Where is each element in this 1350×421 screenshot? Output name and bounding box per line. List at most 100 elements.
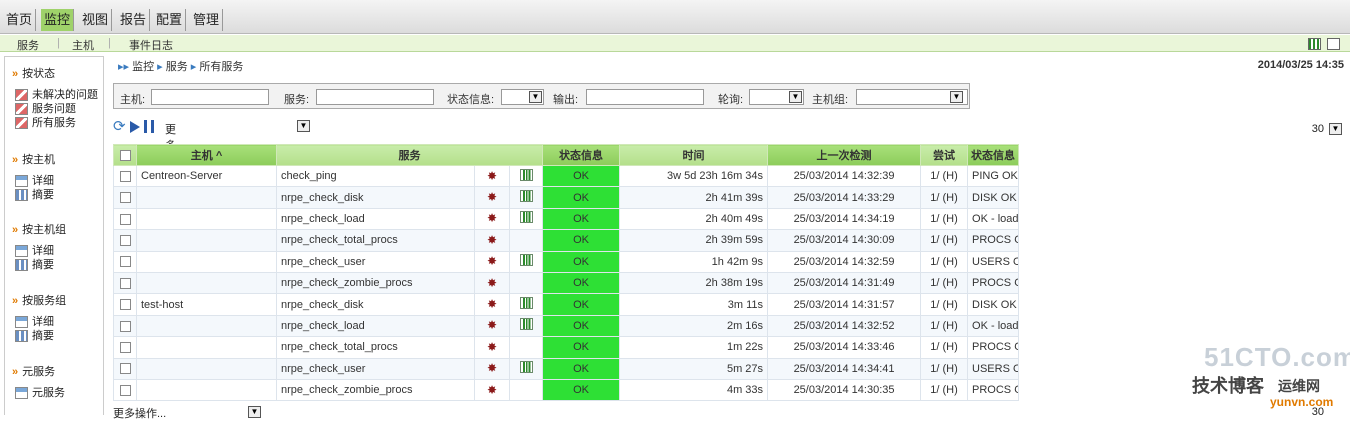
sidebar-item-0-2[interactable]: 所有服务 [15,116,76,130]
bug-icon[interactable]: ✸ [487,341,497,353]
sidebar-item-4-0[interactable]: 元服务 [15,386,65,400]
host-cell[interactable] [136,271,277,295]
header-duration[interactable]: 时间 [619,144,769,166]
poller-dropdown-arrow-icon[interactable]: ▼ [789,91,802,103]
nav-tab-4[interactable]: 配置 [153,9,187,31]
bug-icon[interactable]: ✸ [487,212,497,224]
refresh-icon[interactable]: ⟳ [113,119,126,134]
options-icon[interactable] [1327,38,1340,50]
breadcrumb-item[interactable]: 服务 [166,61,188,73]
service-cell[interactable]: nrpe_check_load [276,314,475,338]
row-checkbox[interactable] [119,170,131,182]
service-cell[interactable]: nrpe_check_zombie_procs [276,378,475,402]
nav-tab-0[interactable]: 首页 [3,9,37,31]
graph-icon[interactable] [519,211,533,224]
sidebar-item-2-1[interactable]: 摘要 [15,258,54,272]
row-checkbox[interactable] [119,299,131,311]
sidebar-item-3-1[interactable]: 摘要 [15,329,54,343]
graph-icon[interactable] [519,318,533,331]
row-checkbox[interactable] [119,341,131,353]
service-cell[interactable]: nrpe_check_disk [276,293,475,316]
graph-icon[interactable] [519,190,533,203]
subnav-item-1[interactable]: 主机 [72,37,94,53]
host-cell[interactable] [136,207,277,231]
bottom-more-actions-dropdown-icon[interactable]: ▼ [248,406,261,418]
sidebar-item-0-0[interactable]: 未解决的问题 [15,88,98,102]
header-host[interactable]: 主机 ^ [136,144,277,166]
host-filter-input[interactable] [151,89,269,105]
row-checkbox[interactable] [119,213,131,225]
bug-icon[interactable]: ✸ [487,298,497,310]
nav-tab-5[interactable]: 管理 [190,9,224,31]
status-dropdown-arrow-icon[interactable]: ▼ [529,91,542,103]
row-checkbox[interactable] [119,384,131,396]
service-cell[interactable]: check_ping [276,164,475,188]
bug-icon[interactable]: ✸ [487,277,497,289]
graph-icon[interactable] [519,361,533,374]
service-cell[interactable]: nrpe_check_user [276,357,475,380]
sidebar-item-3-0[interactable]: 详细 [15,315,54,329]
breadcrumb-item[interactable]: 所有服务 [199,61,243,73]
nav-tab-1[interactable]: 监控 [41,9,75,31]
bottom-more-actions[interactable]: 更多操作... [113,405,166,421]
problems-icon [15,103,28,115]
sidebar-item-1-0[interactable]: 详细 [15,174,54,188]
nav-tab-2[interactable]: 视图 [79,9,113,31]
more-actions-dropdown-icon[interactable]: ▼ [297,120,310,132]
host-cell[interactable] [136,336,277,359]
subnav-item-0[interactable]: 服务 [17,37,39,53]
bug-icon[interactable]: ✸ [487,170,497,182]
stats-icon[interactable] [1308,38,1321,50]
service-cell[interactable]: nrpe_check_user [276,250,475,273]
header-tries[interactable]: 尝试 [920,144,969,166]
header-status-info[interactable]: 状态信息 [967,144,1020,166]
breadcrumb-item[interactable]: 监控 [132,61,154,73]
status-badge: OK [542,336,621,359]
sidebar-item-1-1[interactable]: 摘要 [15,188,54,202]
pause-icon[interactable] [144,120,154,133]
header-last-check[interactable]: 上一次检测 [767,144,922,166]
output-filter-input[interactable] [586,89,704,105]
service-cell[interactable]: nrpe_check_zombie_procs [276,271,475,295]
graph-icon[interactable] [519,297,533,310]
row-checkbox[interactable] [119,320,131,332]
host-cell[interactable] [136,186,277,209]
row-checkbox[interactable] [119,234,131,246]
service-cell[interactable]: nrpe_check_load [276,207,475,231]
row-checkbox[interactable] [119,363,131,375]
host-cell[interactable]: Centreon-Server [136,164,277,188]
host-cell[interactable] [136,314,277,338]
row-checkbox[interactable] [119,192,131,204]
bug-icon[interactable]: ✸ [487,384,497,396]
nav-tab-3[interactable]: 报告 [117,9,151,31]
bug-icon[interactable]: ✸ [487,234,497,246]
host-cell[interactable] [136,229,277,252]
sidebar-item-2-0[interactable]: 详细 [15,244,54,258]
row-checkbox[interactable] [119,277,131,289]
hostgroup-dropdown-arrow-icon[interactable]: ▼ [950,91,963,103]
header-service[interactable]: 服务 [275,144,544,166]
row-checkbox[interactable] [119,256,131,268]
bug-icon[interactable]: ✸ [487,319,497,331]
subnav-item-2[interactable]: 事件日志 [129,37,173,53]
bug-icon[interactable]: ✸ [487,362,497,374]
host-cell[interactable] [136,378,277,402]
page-size-dropdown-icon[interactable]: ▼ [1329,123,1342,135]
host-cell[interactable] [136,250,277,273]
host-cell[interactable]: test-host [136,293,277,316]
last-check-cell: 25/03/2014 14:30:09 [767,229,922,252]
service-cell[interactable]: nrpe_check_total_procs [276,336,475,359]
sidebar-item-0-1[interactable]: 服务问题 [15,102,76,116]
service-filter-input[interactable] [316,89,434,105]
host-cell[interactable] [136,357,277,380]
graph-icon[interactable] [519,168,533,181]
graph-icon[interactable] [519,254,533,267]
play-icon[interactable] [130,121,140,133]
bug-icon[interactable]: ✸ [487,191,497,203]
service-cell[interactable]: nrpe_check_total_procs [276,229,475,252]
select-all-checkbox[interactable] [119,149,131,161]
service-cell[interactable]: nrpe_check_disk [276,186,475,209]
bug-icon[interactable]: ✸ [487,255,497,267]
header-status[interactable]: 状态信息 [542,144,621,166]
graph-cell [508,336,544,359]
